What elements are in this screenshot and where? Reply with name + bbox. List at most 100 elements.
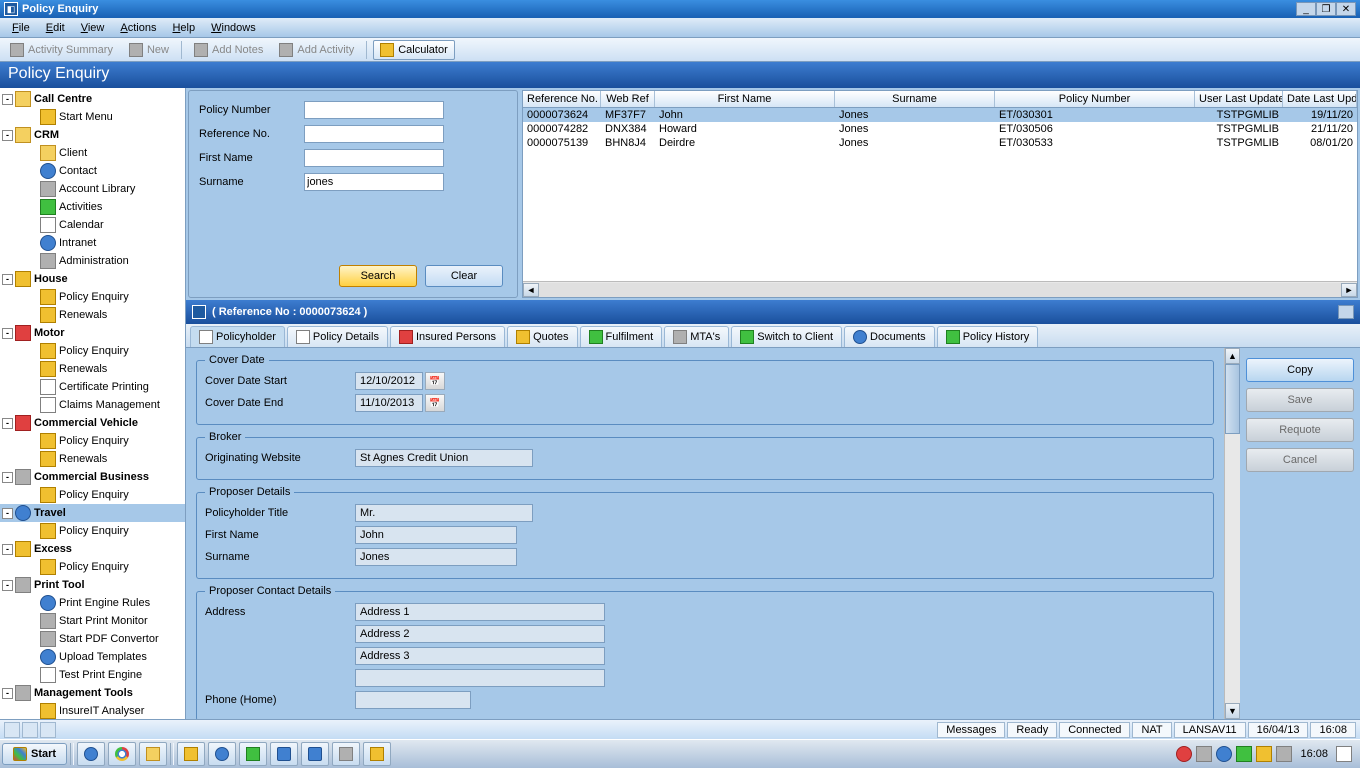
save-button[interactable]: Save [1246,388,1354,412]
menu-edit[interactable]: Edit [38,20,73,36]
taskbar-app[interactable] [363,742,391,766]
tree-node[interactable]: -Call Centre [0,90,185,108]
tree-node[interactable]: -CRM [0,126,185,144]
menu-help[interactable]: Help [164,20,203,36]
close-button[interactable]: ✕ [1336,2,1356,16]
clear-button[interactable]: Clear [425,265,503,287]
tree-node[interactable]: -Print Tool [0,576,185,594]
menu-view[interactable]: View [73,20,113,36]
expand-icon[interactable]: - [2,418,13,429]
first-name-input[interactable] [304,149,444,167]
toolbar-add-notes[interactable]: Add Notes [188,41,269,59]
tab-policy-details[interactable]: Policy Details [287,326,388,347]
tray-icon[interactable] [1236,746,1252,762]
taskbar-app[interactable] [208,742,236,766]
minimize-button[interactable]: _ [1296,2,1316,16]
tree-node[interactable]: Contact [0,162,185,180]
tree-node[interactable]: InsureIT Analyser [0,702,185,719]
maximize-detail-button[interactable] [1338,305,1354,319]
tree-node[interactable]: -Commercial Vehicle [0,414,185,432]
tree-node[interactable]: Print Engine Rules [0,594,185,612]
tree-node[interactable]: Start Menu [0,108,185,126]
tree-node[interactable]: Client [0,144,185,162]
tray-icon[interactable] [1276,746,1292,762]
vertical-scrollbar[interactable]: ▲ ▼ [1224,348,1240,719]
column-header[interactable]: Date Last Update [1283,91,1357,107]
tab-switch-to-client[interactable]: Switch to Client [731,326,842,347]
policy-number-input[interactable] [304,101,444,119]
column-header[interactable]: First Name [655,91,835,107]
scroll-up-icon[interactable]: ▲ [1225,348,1240,364]
expand-icon[interactable]: - [2,472,13,483]
tree-node[interactable]: -House [0,270,185,288]
tray-icon[interactable] [1336,746,1352,762]
toolbar-new[interactable]: New [123,41,175,59]
taskbar-app[interactable] [139,742,167,766]
tray-icon[interactable] [1196,746,1212,762]
column-header[interactable]: Policy Number [995,91,1195,107]
table-row[interactable]: 0000074282DNX384HowardJonesET/030506TSTP… [523,122,1357,136]
reference-no-input[interactable] [304,125,444,143]
tab-fulfilment[interactable]: Fulfilment [580,326,663,347]
tree-node[interactable]: Intranet [0,234,185,252]
expand-icon[interactable]: - [2,94,13,105]
expand-icon[interactable]: - [2,544,13,555]
tree-node[interactable]: Calendar [0,216,185,234]
menu-windows[interactable]: Windows [203,20,264,36]
expand-icon[interactable]: - [2,688,13,699]
tree-node[interactable]: Policy Enquiry [0,432,185,450]
cancel-button[interactable]: Cancel [1246,448,1354,472]
status-messages[interactable]: Messages [937,722,1005,738]
expand-icon[interactable]: - [2,130,13,141]
restore-button[interactable]: ❐ [1316,2,1336,16]
copy-button[interactable]: Copy [1246,358,1354,382]
tree-node[interactable]: -Management Tools [0,684,185,702]
column-header[interactable]: Surname [835,91,995,107]
search-button[interactable]: Search [339,265,417,287]
tab-quotes[interactable]: Quotes [507,326,577,347]
menu-file[interactable]: File [4,20,38,36]
tab-documents[interactable]: Documents [844,326,935,347]
column-header[interactable]: Reference No. [523,91,601,107]
tray-icon[interactable] [1216,746,1232,762]
column-header[interactable]: User Last Update [1195,91,1283,107]
tree-node[interactable]: Administration [0,252,185,270]
column-header[interactable]: Web Ref [601,91,655,107]
taskbar-app[interactable] [77,742,105,766]
tree-node[interactable]: Start Print Monitor [0,612,185,630]
tree-node[interactable]: Policy Enquiry [0,342,185,360]
tree-node[interactable]: Renewals [0,360,185,378]
tree-node[interactable]: Policy Enquiry [0,558,185,576]
taskbar-app[interactable] [332,742,360,766]
tree-node[interactable]: Policy Enquiry [0,486,185,504]
status-icon[interactable] [4,722,20,738]
table-row[interactable]: 0000073624MF37F7JohnJonesET/030301TSTPGM… [523,108,1357,122]
tree-node[interactable]: Claims Management [0,396,185,414]
surname-input[interactable] [304,173,444,191]
table-row[interactable]: 0000075139BHN8J4DeirdreJonesET/030533TST… [523,136,1357,150]
taskbar-app[interactable] [239,742,267,766]
tree-node[interactable]: Renewals [0,450,185,468]
expand-icon[interactable]: - [2,328,13,339]
tree-node[interactable]: -Commercial Business [0,468,185,486]
horizontal-scrollbar[interactable]: ◄ ► [523,281,1357,297]
tree-node[interactable]: Start PDF Convertor [0,630,185,648]
tree-node[interactable]: Account Library [0,180,185,198]
status-icon[interactable] [22,722,38,738]
requote-button[interactable]: Requote [1246,418,1354,442]
tree-node[interactable]: -Motor [0,324,185,342]
tab-insured-persons[interactable]: Insured Persons [390,326,505,347]
scroll-left-icon[interactable]: ◄ [523,283,539,297]
tray-icon[interactable] [1176,746,1192,762]
scroll-right-icon[interactable]: ► [1341,283,1357,297]
toolbar-activity-summary[interactable]: Activity Summary [4,41,119,59]
status-icon[interactable] [40,722,56,738]
taskbar-app[interactable] [177,742,205,766]
scroll-down-icon[interactable]: ▼ [1225,703,1240,719]
tree-node[interactable]: Policy Enquiry [0,288,185,306]
expand-icon[interactable]: - [2,580,13,591]
tree-node[interactable]: Renewals [0,306,185,324]
expand-icon[interactable]: - [2,274,13,285]
toolbar-calculator[interactable]: Calculator [373,40,455,60]
tree-node[interactable]: Policy Enquiry [0,522,185,540]
